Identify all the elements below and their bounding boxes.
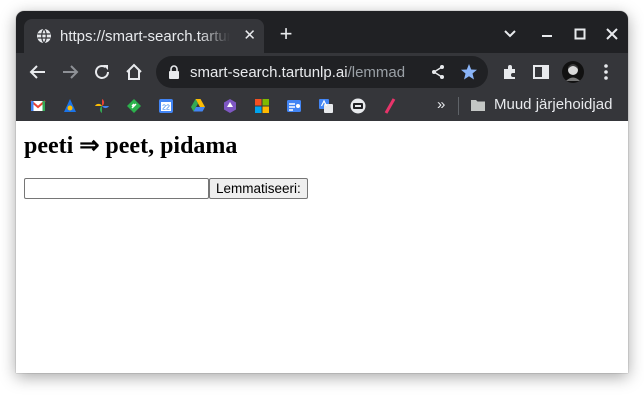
microsoft-icon[interactable] bbox=[254, 98, 270, 114]
page-heading: peeti ⇒ peet, pidama bbox=[24, 133, 238, 159]
profile-avatar[interactable] bbox=[561, 60, 585, 84]
lemmatize-button[interactable]: Lemmatiseeri: bbox=[209, 178, 308, 199]
drive-person-icon[interactable] bbox=[62, 98, 78, 114]
gmail-icon[interactable] bbox=[30, 98, 46, 114]
url-host: smart-search.tartunlp.ai bbox=[190, 63, 348, 81]
home-icon[interactable] bbox=[122, 60, 146, 84]
active-tab[interactable]: https://smart-search.tartunlp.ai/lemmad … bbox=[24, 19, 264, 53]
google-drive-icon[interactable] bbox=[190, 98, 206, 114]
url-text: smart-search.tartunlp.ai/lemmad bbox=[190, 64, 405, 81]
hexagon-app-icon[interactable] bbox=[222, 98, 238, 114]
tab-title: https://smart-search.tartunlp.ai/lemmad bbox=[60, 27, 230, 45]
share-icon[interactable] bbox=[428, 62, 448, 82]
photos-pinwheel-icon[interactable] bbox=[94, 98, 110, 114]
calendar-icon[interactable]: 22 bbox=[158, 98, 174, 114]
other-bookmarks-label: Muud järjehoidjad bbox=[494, 96, 613, 113]
calendar-day-label: 22 bbox=[162, 105, 170, 112]
google-translate-icon[interactable] bbox=[318, 98, 334, 114]
pen-slash-icon[interactable] bbox=[382, 98, 398, 114]
url-path: /lemmad bbox=[347, 63, 406, 81]
other-bookmarks-folder[interactable]: Muud järjehoidjad bbox=[470, 96, 612, 113]
printer-icon[interactable] bbox=[350, 98, 366, 114]
browser-window: https://smart-search.tartunlp.ai/lemmad … bbox=[16, 11, 628, 373]
browser-toolbar: smart-search.tartunlp.ai/lemmad bbox=[16, 53, 628, 91]
bookmarks-bar: 22 » Muud järjehoidjad bbox=[16, 91, 628, 121]
reload-icon[interactable] bbox=[90, 60, 114, 84]
address-bar[interactable]: smart-search.tartunlp.ai/lemmad bbox=[156, 56, 488, 88]
lemma-input[interactable] bbox=[24, 178, 209, 199]
feedly-icon[interactable] bbox=[126, 98, 142, 114]
close-window-icon[interactable] bbox=[601, 23, 623, 45]
side-panel-icon[interactable] bbox=[529, 60, 553, 84]
globe-icon bbox=[36, 28, 52, 44]
bookmark-star-icon[interactable] bbox=[459, 62, 479, 82]
close-tab-icon[interactable]: ✕ bbox=[243, 27, 256, 45]
maximize-icon[interactable] bbox=[569, 23, 591, 45]
page-content: peeti ⇒ peet, pidama Lemmatiseeri: bbox=[16, 121, 628, 373]
new-tab-button[interactable]: + bbox=[274, 23, 298, 47]
tab-search-icon[interactable] bbox=[499, 23, 521, 45]
tab-strip: https://smart-search.tartunlp.ai/lemmad … bbox=[16, 11, 628, 53]
bookmarks-divider bbox=[458, 97, 459, 115]
google-contacts-icon[interactable] bbox=[286, 98, 302, 114]
folder-icon bbox=[470, 98, 486, 112]
lock-icon[interactable] bbox=[168, 65, 180, 79]
forward-arrow-icon[interactable] bbox=[58, 60, 82, 84]
minimize-icon[interactable] bbox=[536, 23, 558, 45]
back-arrow-icon[interactable] bbox=[26, 60, 50, 84]
extensions-icon[interactable] bbox=[498, 60, 522, 84]
bookmarks-overflow-icon[interactable]: » bbox=[437, 96, 445, 113]
menu-kebab-icon[interactable] bbox=[594, 60, 618, 84]
